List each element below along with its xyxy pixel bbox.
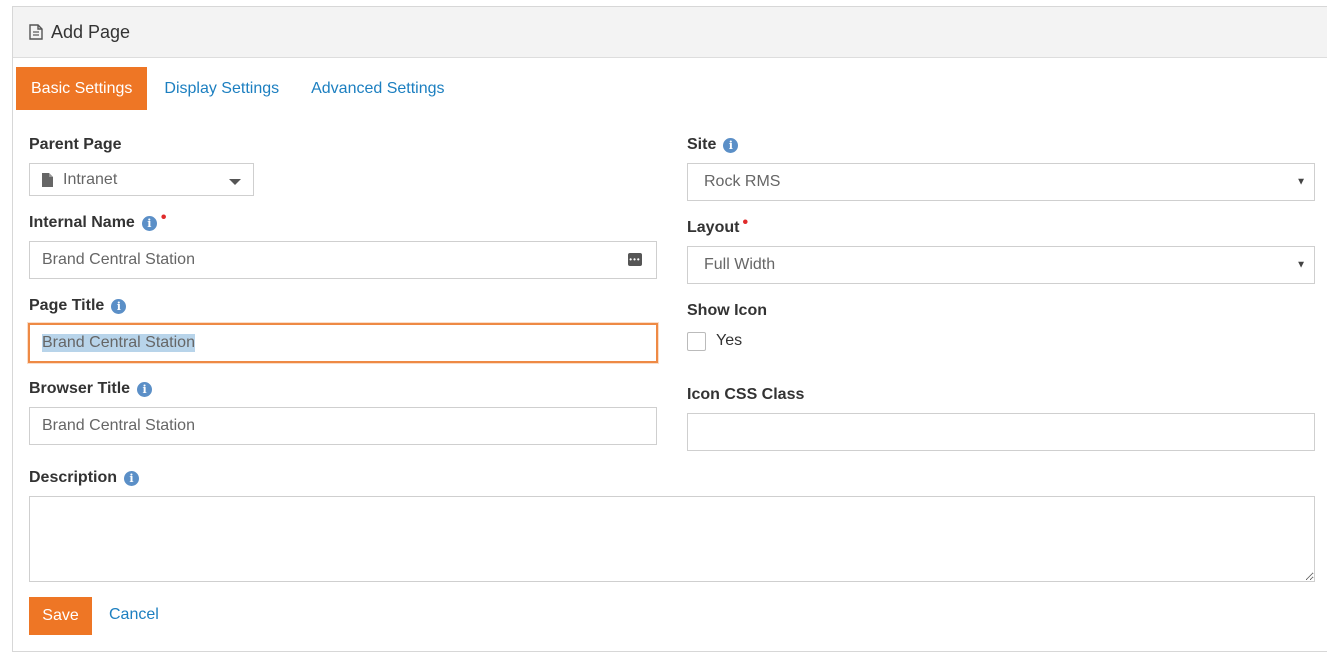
- page-title-value: Brand Central Station: [42, 334, 195, 352]
- page-icon: [42, 172, 53, 187]
- page-title-heading: Add Page: [51, 21, 131, 42]
- dropdown-arrow-icon: ▼: [1296, 259, 1306, 271]
- file-icon: [29, 24, 43, 40]
- parent-page-picker[interactable]: Intranet: [29, 163, 254, 196]
- parent-page-value: Intranet: [63, 170, 118, 188]
- icon-css-class-label: Icon CSS Class: [687, 386, 805, 403]
- show-icon-checkbox[interactable]: [687, 332, 706, 351]
- parent-page-label: Parent Page: [29, 136, 122, 153]
- description-textarea[interactable]: [29, 496, 1315, 582]
- internal-name-input[interactable]: Brand Central Station •••: [29, 241, 657, 279]
- layout-select[interactable]: Full Width ▼: [687, 246, 1315, 284]
- save-button[interactable]: Save: [29, 597, 92, 635]
- show-icon-label: Show Icon: [687, 302, 767, 319]
- caret-down-icon[interactable]: [229, 179, 241, 185]
- settings-tabs: Basic Settings Display Settings Advanced…: [16, 67, 462, 110]
- info-icon[interactable]: i: [141, 215, 157, 231]
- browser-title-label: Browser Title i: [29, 380, 153, 398]
- internal-name-label: Internal Name i •: [29, 209, 167, 231]
- tab-display-settings[interactable]: Display Settings: [149, 67, 294, 110]
- tab-basic-settings[interactable]: Basic Settings: [16, 67, 148, 110]
- show-icon-option-label[interactable]: Yes: [716, 332, 742, 350]
- required-indicator: •: [742, 214, 749, 231]
- browser-title-input[interactable]: Brand Central Station: [29, 407, 657, 445]
- layout-label: Layout •: [687, 214, 749, 236]
- tab-advanced-settings[interactable]: Advanced Settings: [296, 67, 459, 110]
- info-icon[interactable]: i: [111, 298, 127, 314]
- ellipsis-icon[interactable]: •••: [628, 253, 642, 266]
- description-label: Description i: [29, 469, 140, 487]
- cancel-link[interactable]: Cancel: [109, 606, 159, 624]
- info-icon[interactable]: i: [137, 381, 153, 397]
- site-label: Site i: [687, 136, 739, 154]
- dropdown-arrow-icon: ▼: [1296, 176, 1306, 188]
- site-select[interactable]: Rock RMS ▼: [687, 163, 1315, 201]
- icon-css-class-input[interactable]: [687, 413, 1315, 451]
- panel-heading: Add Page: [13, 7, 1327, 58]
- info-icon[interactable]: i: [723, 137, 739, 153]
- info-icon[interactable]: i: [124, 470, 140, 486]
- required-indicator: •: [160, 209, 167, 226]
- page-title-label: Page Title i: [29, 297, 127, 315]
- page-title-input[interactable]: Brand Central Station: [28, 323, 658, 363]
